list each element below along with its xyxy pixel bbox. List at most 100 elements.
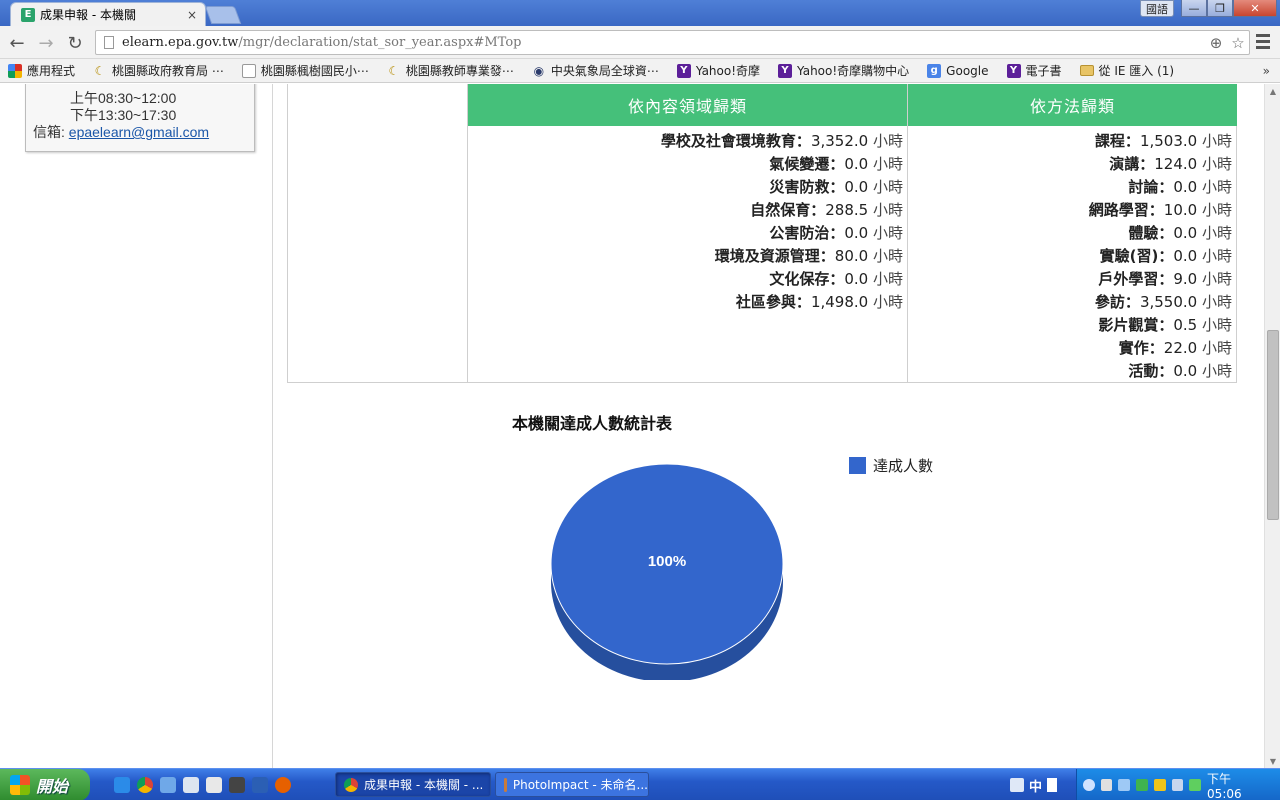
hours-row: 網路學習：10.0 小時 [908, 199, 1232, 222]
hours-unit: 小時 [1201, 316, 1232, 334]
antivirus-icon[interactable] [1136, 779, 1148, 791]
bookmark-label: Yahoo!奇摩購物中心 [797, 64, 910, 78]
bookmark-item[interactable]: Y Yahoo!奇摩購物中心 [778, 62, 909, 79]
url-text[interactable]: elearn.epa.gov.tw/mgr/declaration/stat_s… [122, 35, 1205, 50]
separator: ： [1158, 316, 1174, 334]
chrome-menu-icon[interactable] [1256, 34, 1270, 52]
windows-taskbar: 開始 成果申報 - 本機關 - ... PhotoImpact - 未命名...… [0, 768, 1280, 800]
ime-tool-icon [1010, 778, 1024, 792]
hours-unit: 小時 [1201, 132, 1232, 150]
bookmark-item[interactable]: ☾ 桃園縣政府教育局 ⋯ [93, 62, 224, 79]
hours-category: 實驗(習) [1099, 247, 1159, 265]
bookmark-item[interactable]: 應用程式 [8, 62, 75, 79]
close-window-button[interactable]: ✕ [1233, 0, 1277, 17]
outlook-icon[interactable] [160, 777, 176, 793]
ime-indicator[interactable]: 中 [1010, 774, 1062, 796]
restore-button[interactable]: ❐ [1207, 0, 1233, 17]
system-tray: 下午 05:06 [1076, 769, 1280, 800]
hours-row: 災害防救：0.0 小時 [468, 176, 903, 199]
bookmark-item[interactable]: 從 IE 匯入 (1) [1079, 62, 1175, 79]
vertical-scrollbar[interactable]: ▲ ▼ [1264, 84, 1280, 768]
bookmark-label: 從 IE 匯入 (1) [1098, 64, 1175, 78]
start-button[interactable]: 開始 [0, 769, 90, 800]
hours-unit: 小時 [1201, 362, 1232, 380]
word-icon[interactable] [252, 777, 268, 793]
hours-row: 學校及社會環境教育：3,352.0 小時 [468, 130, 903, 153]
scroll-down-icon[interactable]: ▼ [1265, 754, 1280, 768]
taskbar-clock[interactable]: 下午 05:06 [1207, 770, 1268, 800]
hours-value: 3,550.0 [1139, 293, 1198, 311]
bookmark-star-icon[interactable]: ☆ [1227, 34, 1249, 52]
tab-close-icon[interactable]: × [187, 8, 197, 22]
hours-unit: 小時 [872, 178, 903, 196]
ime-mode-label: 中 [1029, 779, 1043, 795]
hours-category: 演講 [1109, 155, 1140, 173]
bookmark-item[interactable]: 桃園縣楓樹國民小⋯ [241, 62, 369, 79]
forward-arrow-icon[interactable]: → [35, 32, 57, 54]
browser-tab-active[interactable]: E 成果申報 - 本機關 × [10, 2, 206, 26]
contact-info-box: 上午08:30~12:00 下午13:30~17:30 信箱: epaelear… [25, 84, 255, 152]
new-tab-button[interactable] [204, 6, 242, 24]
taskbar-item-chrome[interactable]: 成果申報 - 本機關 - ... [335, 772, 491, 797]
calculator-icon[interactable] [206, 777, 222, 793]
reload-icon[interactable]: ↻ [64, 32, 86, 54]
zoom-icon[interactable]: ⊕ [1205, 34, 1227, 52]
hours-row: 體驗：0.0 小時 [908, 222, 1232, 245]
url-host: elearn.epa.gov.tw [122, 35, 239, 50]
start-label: 開始 [36, 777, 69, 796]
document-icon[interactable] [183, 777, 199, 793]
network-icon[interactable] [1171, 779, 1184, 791]
hours-category: 參訪 [1094, 293, 1125, 311]
scroll-up-icon[interactable]: ▲ [1265, 84, 1280, 98]
bookmark-item[interactable]: ◉ 中央氣象局全球資⋯ [532, 62, 659, 79]
shield-icon[interactable] [1153, 779, 1166, 791]
site-favicon-icon: E [21, 7, 35, 22]
signal-icon[interactable] [1189, 779, 1202, 791]
hours-row: 課程：1,503.0 小時 [908, 130, 1232, 153]
bookmark-item[interactable]: ☾ 桃園縣教師專業發⋯ [387, 62, 513, 79]
hours-value: 10.0 [1163, 201, 1198, 219]
scroll-thumb[interactable] [1267, 330, 1279, 520]
hours-category: 氣候變遷 [769, 155, 830, 173]
separator: ： [1124, 293, 1140, 311]
bookmark-item[interactable]: g Google [927, 63, 989, 78]
chart-title: 本機關達成人數統計表 [512, 414, 673, 433]
pie-chart: 100% [550, 464, 784, 680]
hours-row: 文化保存：0.0 小時 [468, 268, 903, 291]
pie-data-label: 100% [648, 553, 686, 570]
bookmarks-overflow-icon[interactable]: » [1263, 64, 1270, 78]
bookmark-label: 中央氣象局全球資⋯ [550, 64, 659, 78]
hours-category: 環境及資源管理 [714, 247, 820, 265]
bookmark-item[interactable]: Y Yahoo!奇摩 [676, 62, 761, 79]
back-arrow-icon[interactable]: ← [6, 32, 28, 54]
bookmark-item[interactable]: Y 電子書 [1006, 62, 1062, 79]
hours-value: 288.5 [825, 201, 869, 219]
hours-unit: 小時 [872, 270, 903, 288]
chrome-icon[interactable] [137, 777, 153, 793]
hours-category: 影片觀賞 [1098, 316, 1159, 334]
hours-unit: 小時 [1201, 339, 1232, 357]
hours-row: 實驗(習)：0.0 小時 [908, 245, 1232, 268]
hours-category: 戶外學習 [1098, 270, 1159, 288]
tool-icon[interactable] [229, 777, 245, 793]
bookmark-label: Yahoo!奇摩 [695, 64, 761, 78]
language-button[interactable]: 國語 [1140, 0, 1174, 17]
hours-value: 0.0 [844, 270, 869, 288]
bell-icon[interactable] [1118, 779, 1131, 791]
hours-value: 9.0 [1173, 270, 1198, 288]
firefox-icon[interactable] [275, 777, 291, 793]
hours-value: 80.0 [834, 247, 869, 265]
address-bar[interactable]: elearn.epa.gov.tw/mgr/declaration/stat_s… [95, 30, 1250, 55]
hours-value: 3,352.0 [810, 132, 869, 150]
taskbar-item-photoimpact[interactable]: PhotoImpact - 未命名... [495, 772, 649, 797]
speaker-icon[interactable] [1100, 779, 1113, 791]
hours-statistics-table: 依內容領域歸類 依方法歸類 學校及社會環境教育：3,352.0 小時 氣候變遷：0… [287, 84, 1237, 383]
page-icon [241, 63, 256, 78]
minimize-button[interactable]: — [1181, 0, 1207, 17]
bookmark-label: 桃園縣政府教育局 ⋯ [112, 64, 224, 78]
tray-expand-icon[interactable] [1083, 779, 1095, 791]
email-link[interactable]: epaelearn@gmail.com [69, 124, 209, 140]
google-icon: g [927, 63, 942, 78]
ie-icon[interactable] [114, 777, 130, 793]
hours-value: 1,498.0 [810, 293, 869, 311]
